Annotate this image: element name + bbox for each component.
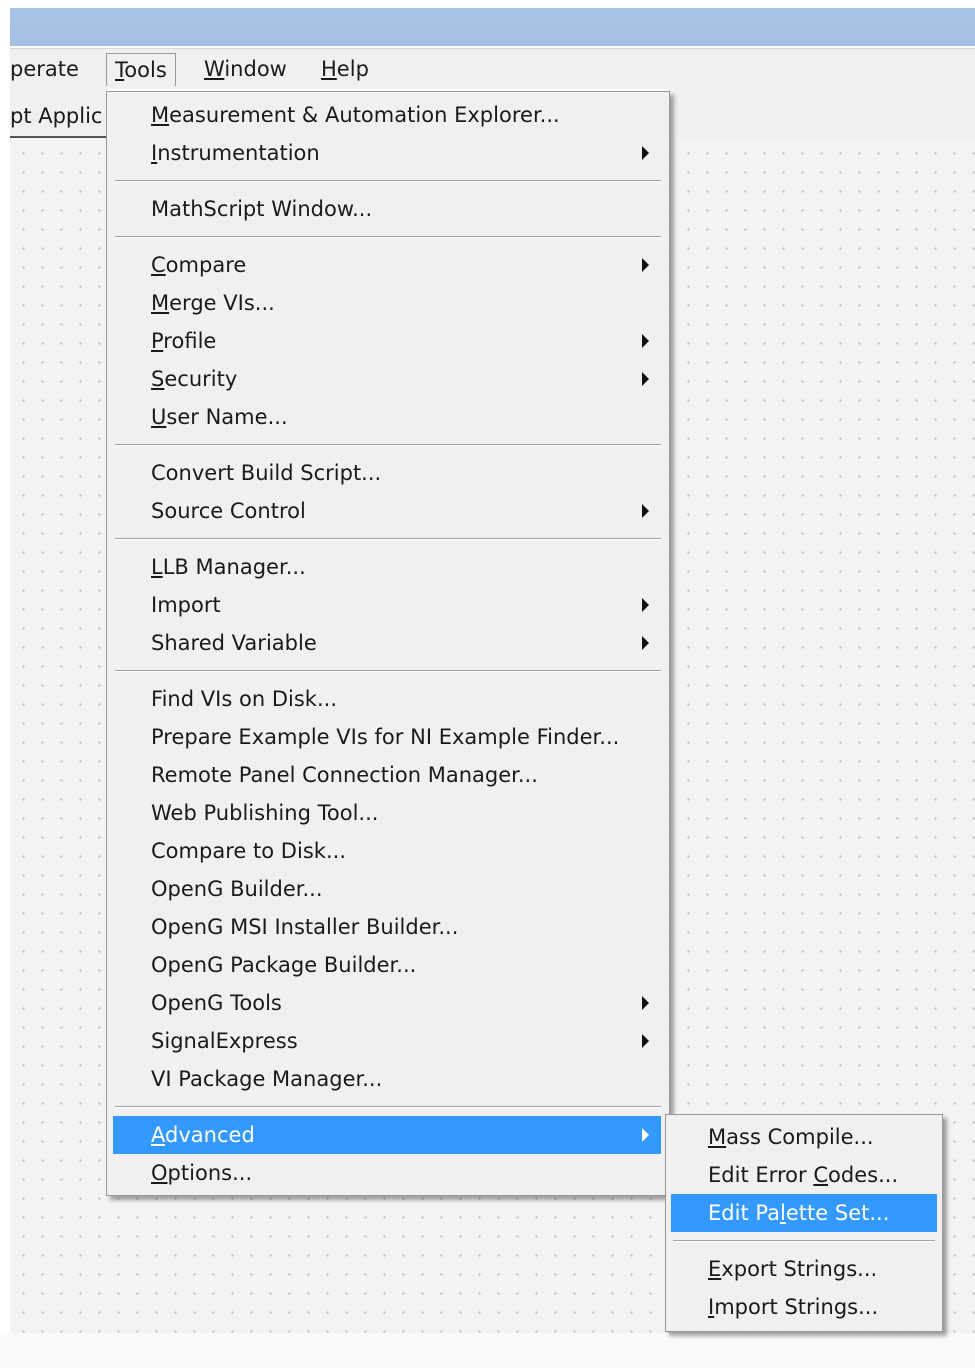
menu-window[interactable]: Window	[204, 57, 287, 81]
advanced-item-import-strings[interactable]: Import Strings...	[671, 1288, 937, 1326]
toolbar-tab[interactable]: pt Applic	[10, 88, 108, 138]
menu-separator	[115, 670, 661, 672]
tools-item-compare-to-disk[interactable]: Compare to Disk...	[113, 832, 661, 870]
advanced-item-mass-compile[interactable]: Mass Compile...	[671, 1118, 937, 1156]
menu-item-label: OpenG Tools	[151, 991, 282, 1015]
submenu-arrow-icon	[642, 636, 649, 650]
menu-item-label: Web Publishing Tool...	[151, 801, 379, 825]
tools-item-security[interactable]: Security	[113, 360, 661, 398]
menu-item-label: OpenG MSI Installer Builder...	[151, 915, 459, 939]
menu-tools[interactable]: Tools	[106, 53, 176, 86]
menu-item-label: Edit Palette Set...	[708, 1201, 890, 1225]
tools-menu: Measurement & Automation Explorer... Inst…	[106, 91, 670, 1196]
menu-help[interactable]: Help	[321, 57, 369, 81]
tools-item-signalexpress[interactable]: SignalExpress	[113, 1022, 661, 1060]
toolbar-tab-label: pt Applic	[10, 104, 103, 128]
menu-item-label: Import Strings...	[708, 1295, 879, 1319]
status-area	[0, 1333, 975, 1368]
menu-separator	[115, 538, 661, 540]
tools-item-compare[interactable]: Compare	[113, 246, 661, 284]
menu-item-label: Edit Error Codes...	[708, 1163, 899, 1187]
tools-item-import[interactable]: Import	[113, 586, 661, 624]
menu-operate[interactable]: perate	[10, 57, 79, 81]
menu-item-label: VI Package Manager...	[151, 1067, 383, 1091]
menu-item-label: Options...	[151, 1161, 253, 1185]
tools-item-llb-manager[interactable]: LLB Manager...	[113, 548, 661, 586]
tools-item-prepare-example-vis-for-ni-example-finder[interactable]: Prepare Example VIs for NI Example Finde…	[113, 718, 661, 756]
menu-separator	[115, 1106, 661, 1108]
menu-item-label: Mass Compile...	[708, 1125, 874, 1149]
tools-item-shared-variable[interactable]: Shared Variable	[113, 624, 661, 662]
menu-item-label: Shared Variable	[151, 631, 317, 655]
menu-item-label: SignalExpress	[151, 1029, 298, 1053]
menu-item-label: Merge VIs...	[151, 291, 275, 315]
submenu-arrow-icon	[642, 1128, 649, 1142]
menu-item-label: Instrumentation	[151, 141, 320, 165]
menu-item-label: Compare	[151, 253, 247, 277]
menu-item-label: OpenG Package Builder...	[151, 953, 417, 977]
tools-item-find-vis-on-disk[interactable]: Find VIs on Disk...	[113, 680, 661, 718]
submenu-arrow-icon	[642, 1034, 649, 1048]
tools-item-source-control[interactable]: Source Control	[113, 492, 661, 530]
tools-item-profile[interactable]: Profile	[113, 322, 661, 360]
tools-item-merge-vis[interactable]: Merge VIs...	[113, 284, 661, 322]
tools-item-convert-build-script[interactable]: Convert Build Script...	[113, 454, 661, 492]
menu-item-label: Advanced	[151, 1123, 255, 1147]
tools-item-vi-package-manager[interactable]: VI Package Manager...	[113, 1060, 661, 1098]
menu-item-label: User Name...	[151, 405, 288, 429]
tools-item-options[interactable]: Options...	[113, 1154, 661, 1192]
tools-item-instrumentation[interactable]: Instrumentation	[113, 134, 661, 172]
menu-item-label: Export Strings...	[708, 1257, 878, 1281]
menu-bar: perate Tools Window Help	[10, 48, 975, 89]
menu-separator	[673, 1240, 935, 1242]
advanced-item-export-strings[interactable]: Export Strings...	[671, 1250, 937, 1288]
submenu-arrow-icon	[642, 996, 649, 1010]
advanced-item-edit-error-codes[interactable]: Edit Error Codes...	[671, 1156, 937, 1194]
menu-item-label: Remote Panel Connection Manager...	[151, 763, 538, 787]
menu-item-label: Prepare Example VIs for NI Example Finde…	[151, 725, 620, 749]
menu-item-label: LLB Manager...	[151, 555, 306, 579]
tools-item-remote-panel-connection-manager[interactable]: Remote Panel Connection Manager...	[113, 756, 661, 794]
submenu-arrow-icon	[642, 146, 649, 160]
menu-item-label: MathScript Window...	[151, 197, 373, 221]
submenu-arrow-icon	[642, 504, 649, 518]
tools-item-measurement-automation-explorer[interactable]: Measurement & Automation Explorer...	[113, 96, 661, 134]
tools-item-advanced[interactable]: Advanced	[113, 1116, 661, 1154]
advanced-submenu: Mass Compile... Edit Error Codes... Edit P…	[665, 1114, 943, 1332]
menu-separator	[115, 444, 661, 446]
tools-item-openg-builder[interactable]: OpenG Builder...	[113, 870, 661, 908]
menu-item-label: Source Control	[151, 499, 306, 523]
tools-item-openg-package-builder[interactable]: OpenG Package Builder...	[113, 946, 661, 984]
menu-item-label: Measurement & Automation Explorer...	[151, 103, 560, 127]
toolbar-area	[668, 88, 975, 140]
menu-separator	[115, 180, 661, 182]
menu-item-label: Convert Build Script...	[151, 461, 382, 485]
menu-item-label: Import	[151, 593, 221, 617]
submenu-arrow-icon	[642, 258, 649, 272]
menu-item-label: Find VIs on Disk...	[151, 687, 338, 711]
submenu-arrow-icon	[642, 334, 649, 348]
tools-item-web-publishing-tool[interactable]: Web Publishing Tool...	[113, 794, 661, 832]
menu-item-label: Compare to Disk...	[151, 839, 346, 863]
tools-item-openg-msi-installer-builder[interactable]: OpenG MSI Installer Builder...	[113, 908, 661, 946]
menu-item-label: Security	[151, 367, 238, 391]
menu-item-label: Profile	[151, 329, 217, 353]
advanced-item-edit-palette-set[interactable]: Edit Palette Set...	[671, 1194, 937, 1232]
menu-item-label: OpenG Builder...	[151, 877, 323, 901]
tools-item-user-name[interactable]: User Name...	[113, 398, 661, 436]
submenu-arrow-icon	[642, 598, 649, 612]
tools-item-mathscript-window[interactable]: MathScript Window...	[113, 190, 661, 228]
window-title-bar	[10, 8, 975, 46]
tools-item-openg-tools[interactable]: OpenG Tools	[113, 984, 661, 1022]
submenu-arrow-icon	[642, 372, 649, 386]
menu-separator	[115, 236, 661, 238]
